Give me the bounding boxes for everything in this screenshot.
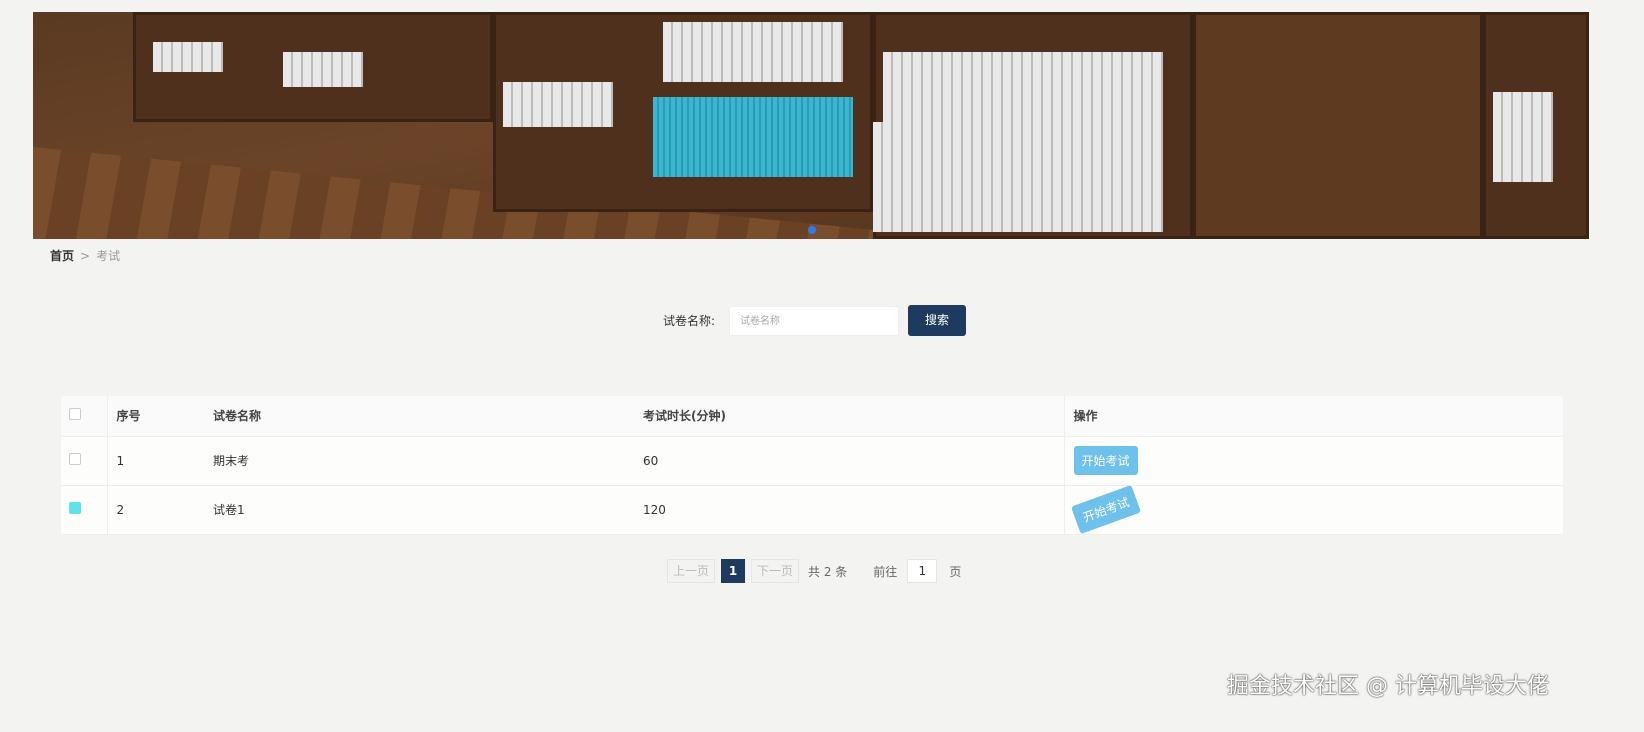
row-name: 期末考 xyxy=(204,436,634,486)
watermark: 掘金技术社区 @ 计算机毕设大佬 xyxy=(1227,674,1549,699)
next-page-button[interactable]: 下一页 xyxy=(751,559,800,583)
breadcrumb-home[interactable]: 首页 xyxy=(50,249,74,263)
row-index: 2 xyxy=(107,485,204,535)
books xyxy=(883,52,1163,122)
row-name: 试卷1 xyxy=(204,485,634,535)
books xyxy=(153,42,223,72)
cabinet-door xyxy=(1193,12,1483,239)
pagination: 上一页 1 下一页 共 2 条 前往 1 页 xyxy=(667,559,961,583)
page-suffix: 页 xyxy=(949,564,962,579)
books xyxy=(653,97,853,177)
prev-page-button[interactable]: 上一页 xyxy=(667,559,716,583)
row-checkbox[interactable] xyxy=(69,453,81,465)
row-duration: 60 xyxy=(634,436,1064,486)
breadcrumb: 首页 > 考试 xyxy=(50,247,120,264)
books xyxy=(503,82,613,127)
total-count: 共 2 条 xyxy=(808,564,848,579)
row-duration: 120 xyxy=(634,485,1064,535)
start-exam-button[interactable]: 开始考试 xyxy=(1073,446,1138,475)
row-index: 1 xyxy=(107,436,204,486)
page-1-button[interactable]: 1 xyxy=(721,559,746,583)
row-checkbox[interactable] xyxy=(69,502,81,514)
table-row: 2 试卷1 120 开始考试 xyxy=(61,484,1563,535)
search-bar: 试卷名称: 试卷名称 搜索 xyxy=(663,305,967,336)
header-name: 试卷名称 xyxy=(204,396,634,437)
goto-page-input[interactable]: 1 xyxy=(907,559,938,583)
start-exam-button[interactable]: 开始考试 xyxy=(1070,484,1141,535)
banner-carousel[interactable] xyxy=(33,12,1589,239)
breadcrumb-separator: > xyxy=(80,249,91,263)
header-index: 序号 xyxy=(107,396,204,437)
goto-label: 前往 xyxy=(873,564,898,579)
books xyxy=(873,122,1163,232)
search-label: 试卷名称: xyxy=(663,314,716,328)
search-button[interactable]: 搜索 xyxy=(908,305,967,336)
exam-table: 序号 试卷名称 考试时长(分钟) 操作 1 期末考 60 开始考试 2 试卷1 … xyxy=(61,396,1563,535)
breadcrumb-current: 考试 xyxy=(96,249,121,263)
table-header: 序号 试卷名称 考试时长(分钟) 操作 xyxy=(61,396,1563,437)
header-action: 操作 xyxy=(1063,396,1563,437)
select-all-checkbox[interactable] xyxy=(69,408,81,421)
books xyxy=(663,22,843,82)
books xyxy=(283,52,363,87)
paper-name-input[interactable]: 试卷名称 xyxy=(729,305,900,336)
carousel-indicator[interactable] xyxy=(808,226,816,234)
table-row: 1 期末考 60 开始考试 xyxy=(61,436,1563,486)
header-duration: 考试时长(分钟) xyxy=(634,396,1064,437)
books xyxy=(1493,92,1553,182)
